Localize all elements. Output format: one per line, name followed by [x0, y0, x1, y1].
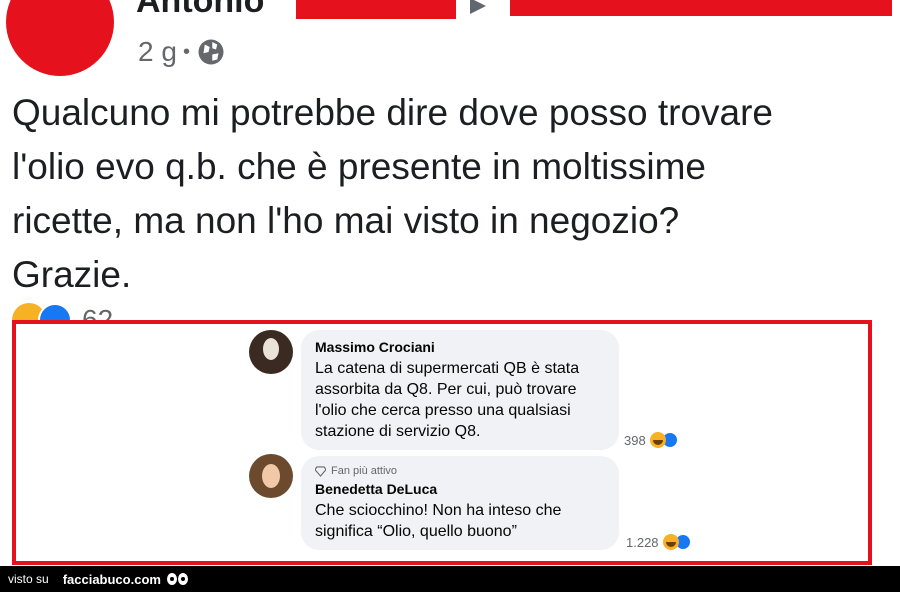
comment-text-line: l'olio che cerca presso una qualsiasi	[315, 402, 571, 419]
footer-brand: facciabuco.com	[62, 571, 161, 587]
haha-reaction-icon	[649, 432, 666, 448]
comment-bubble: Fan più attivo Benedetta DeLuca Che scio…	[301, 456, 619, 550]
comment-text-line: significa “Olio, quello buono”	[315, 523, 517, 540]
post-body: Qualcuno mi potrebbe dire dove posso tro…	[12, 86, 892, 302]
comment-reaction-count: 398	[624, 432, 646, 448]
comment-reactions[interactable]: 1.228	[626, 534, 691, 550]
redaction-bar	[510, 0, 892, 16]
arrow-right-icon	[470, 0, 486, 14]
eyes-logo-icon	[166, 573, 189, 585]
watermark-footer: visto su facciabuco.com	[0, 566, 900, 592]
comments-highlight-box: Massimo Crociani La catena di supermerca…	[12, 320, 872, 565]
comment-text-line: Che sciocchino! Non ha inteso che	[315, 502, 562, 519]
post-text-line: Qualcuno mi potrebbe dire dove posso tro…	[12, 92, 773, 133]
top-fan-badge: Fan più attivo	[315, 465, 605, 477]
author-avatar-redacted[interactable]	[6, 0, 114, 76]
commenter-name[interactable]: Massimo Crociani	[315, 339, 605, 355]
comment-text-line: La catena di supermercati QB è stata	[315, 360, 580, 377]
commenter-avatar[interactable]	[249, 330, 293, 374]
diamond-icon	[315, 465, 326, 477]
comment-text-line: stazione di servizio Q8.	[315, 423, 481, 440]
commenter-avatar[interactable]	[249, 454, 293, 498]
footer-visto-su: visto su	[8, 572, 49, 586]
haha-reaction-icon	[662, 534, 679, 550]
post-text-line: l'olio evo q.b. che è presente in moltis…	[12, 146, 706, 187]
comment-reaction-count: 1.228	[626, 534, 659, 550]
redaction-bar	[296, 0, 456, 19]
post-meta: 2 g •	[138, 36, 226, 68]
author-name[interactable]: Antonio	[136, 0, 264, 21]
globe-icon	[198, 39, 224, 65]
meta-separator: •	[182, 40, 190, 63]
badge-label: Fan più attivo	[331, 465, 398, 477]
comment-bubble: Massimo Crociani La catena di supermerca…	[301, 330, 619, 450]
post-text-line: Grazie.	[12, 254, 132, 295]
comment-text-line: assorbita da Q8. Per cui, può trovare	[315, 381, 577, 398]
post-text-line: ricette, ma non l'ho mai visto in negozi…	[12, 200, 680, 241]
comment-reactions[interactable]: 398	[624, 432, 678, 448]
commenter-name[interactable]: Benedetta DeLuca	[315, 481, 605, 497]
post-time[interactable]: 2 g	[138, 36, 177, 68]
